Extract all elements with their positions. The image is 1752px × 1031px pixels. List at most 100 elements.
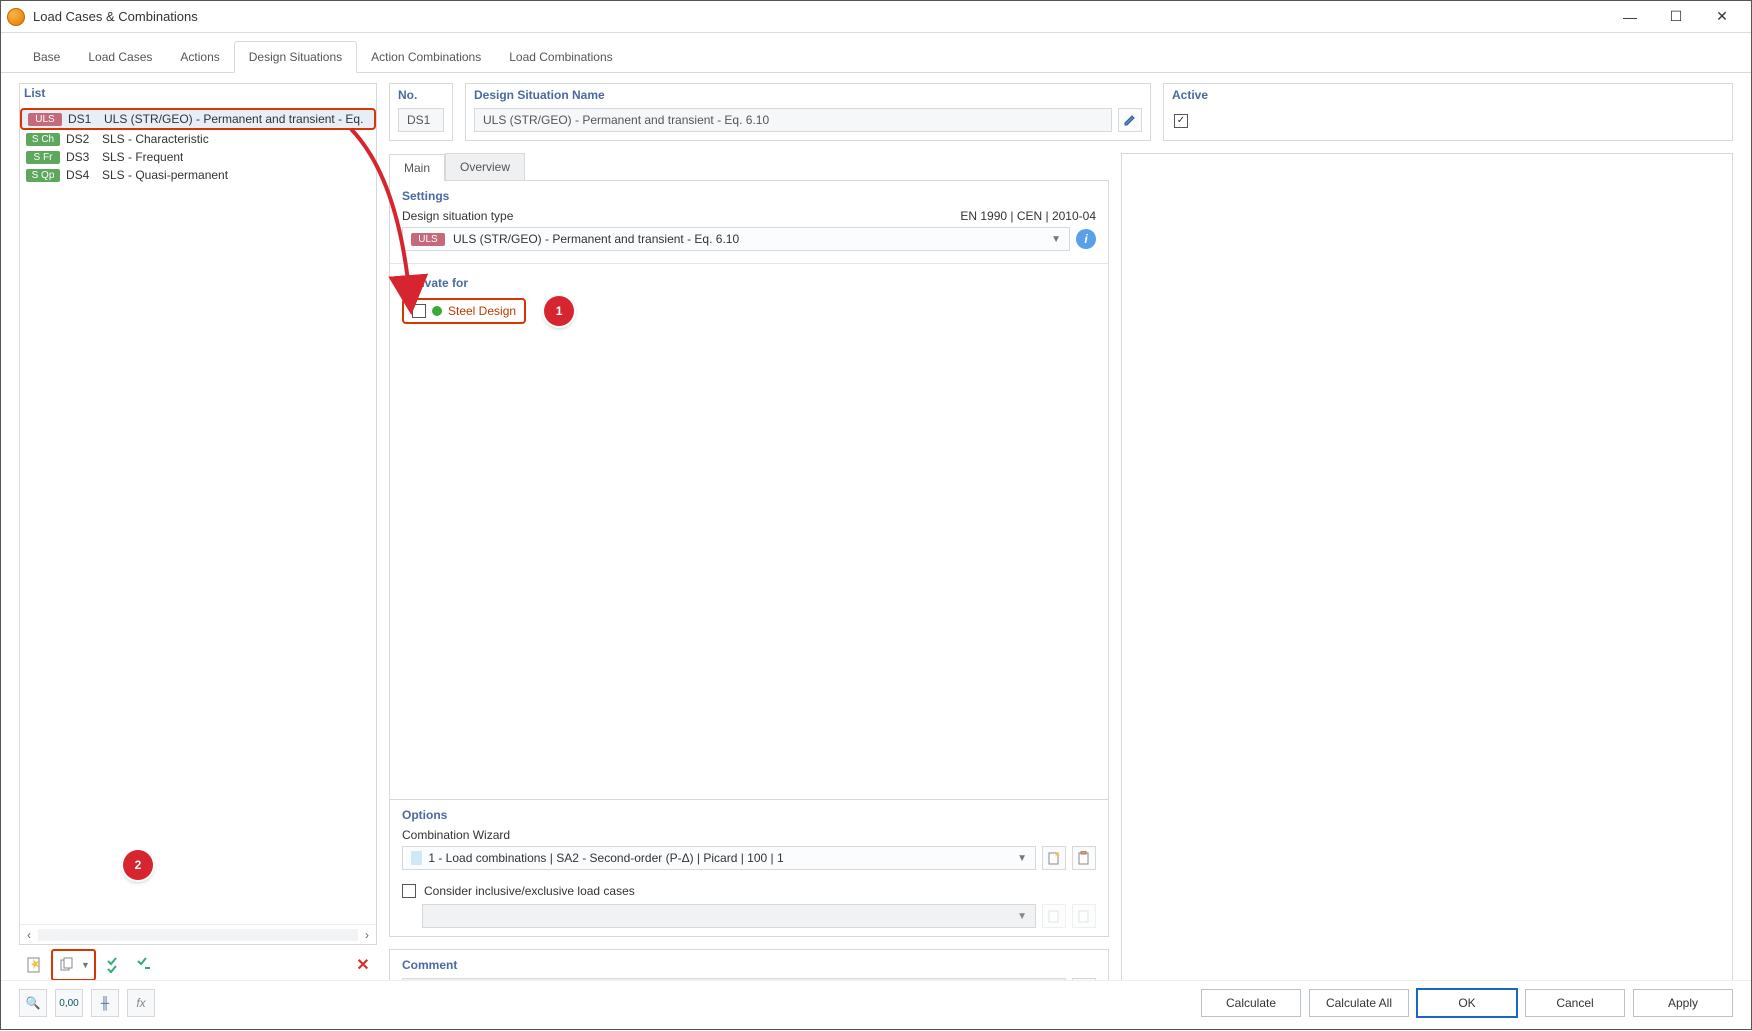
comment-header: Comment xyxy=(402,958,1096,972)
list-toolbar: ▼ ✕ xyxy=(19,945,377,985)
list-scrollbar[interactable]: ‹ › xyxy=(20,924,376,944)
close-button[interactable]: ✕ xyxy=(1699,2,1745,32)
combination-wizard-dropdown[interactable]: 1 - Load combinations | SA2 - Second-ord… xyxy=(402,846,1036,870)
window-title: Load Cases & Combinations xyxy=(33,9,1607,24)
subtab-overview[interactable]: Overview xyxy=(445,153,525,180)
list-item-name: SLS - Characteristic xyxy=(102,132,209,146)
options-section: Options Combination Wizard 1 - Load comb… xyxy=(390,799,1108,936)
scroll-left-icon[interactable]: ‹ xyxy=(20,928,38,942)
list-item-code: DS3 xyxy=(66,150,96,164)
tab-design-situations[interactable]: Design Situations xyxy=(234,41,357,73)
number-panel: No. xyxy=(389,83,453,141)
type-label: Design situation type xyxy=(402,209,513,223)
number-field[interactable] xyxy=(398,108,444,132)
scroll-right-icon[interactable]: › xyxy=(358,928,376,942)
list-item-code: DS4 xyxy=(66,168,96,182)
active-checkbox[interactable]: ✓ xyxy=(1174,114,1188,128)
name-panel: Design Situation Name xyxy=(465,83,1151,141)
deselect-all-button[interactable] xyxy=(132,953,156,977)
cancel-button[interactable]: Cancel xyxy=(1525,989,1625,1017)
consider-checkbox[interactable] xyxy=(402,884,416,898)
chevron-down-icon: ▼ xyxy=(1017,853,1027,864)
apply-button[interactable]: Apply xyxy=(1633,989,1733,1017)
badge-sch: S Ch xyxy=(26,133,60,146)
combination-wizard-label: Combination Wizard xyxy=(402,828,1096,842)
help-button[interactable]: 🔍 xyxy=(19,989,47,1017)
list-item[interactable]: S Qp DS4 SLS - Quasi-permanent xyxy=(20,166,376,184)
list-item-name: SLS - Frequent xyxy=(102,150,183,164)
cw-value: 1 - Load combinations | SA2 - Second-ord… xyxy=(428,851,783,865)
list-header: List xyxy=(20,84,376,106)
new-item-button[interactable] xyxy=(21,953,45,977)
new-icon xyxy=(25,957,41,973)
select-icon xyxy=(106,957,122,973)
window-controls: — ☐ ✕ xyxy=(1607,2,1745,32)
active-label: Active xyxy=(1164,84,1732,106)
tab-load-cases[interactable]: Load Cases xyxy=(74,42,166,72)
edit-name-button[interactable] xyxy=(1118,108,1142,132)
new-icon xyxy=(1047,909,1061,923)
badge-sqp: S Qp xyxy=(26,169,60,182)
dialog-footer: 🔍 0,00 ╫ fx Calculate Calculate All OK C… xyxy=(1,980,1751,1029)
calculate-button[interactable]: Calculate xyxy=(1201,989,1301,1017)
cw-code-badge xyxy=(411,851,422,865)
situation-type-dropdown[interactable]: ULS ULS (STR/GEO) - Permanent and transi… xyxy=(402,227,1070,251)
name-field[interactable] xyxy=(474,108,1112,132)
standard-label: EN 1990 | CEN | 2010-04 xyxy=(960,209,1096,223)
clipboard-icon xyxy=(1077,909,1091,923)
chevron-down-icon: ▼ xyxy=(1051,234,1061,245)
edit-icon xyxy=(1123,113,1137,127)
steel-design-option[interactable]: Steel Design xyxy=(402,298,526,324)
type-value: ULS (STR/GEO) - Permanent and transient … xyxy=(453,232,739,246)
active-panel: Active ✓ xyxy=(1163,83,1733,141)
tab-base[interactable]: Base xyxy=(19,42,74,72)
cw-edit-button[interactable] xyxy=(1072,846,1096,870)
options-header: Options xyxy=(402,808,1096,822)
units-button[interactable]: 0,00 xyxy=(55,989,83,1017)
copy-icon xyxy=(59,957,75,973)
badge-uls: ULS xyxy=(28,113,62,126)
maximize-button[interactable]: ☐ xyxy=(1653,2,1699,32)
chevron-down-icon: ▼ xyxy=(1017,911,1035,922)
side-panel xyxy=(1121,153,1733,1013)
list-item[interactable]: S Fr DS3 SLS - Frequent xyxy=(20,148,376,166)
info-icon[interactable]: i xyxy=(1076,229,1096,249)
tab-load-combinations[interactable]: Load Combinations xyxy=(495,42,626,72)
app-icon xyxy=(7,8,25,26)
steel-design-checkbox[interactable] xyxy=(412,304,426,318)
ok-button[interactable]: OK xyxy=(1417,989,1517,1017)
calculate-all-button[interactable]: Calculate All xyxy=(1309,989,1409,1017)
tab-actions[interactable]: Actions xyxy=(166,42,233,72)
situations-list[interactable]: ULS DS1 ULS (STR/GEO) - Permanent and tr… xyxy=(20,106,376,924)
badge-sfr: S Fr xyxy=(26,151,60,164)
settings-section: Settings Design situation type EN 1990 |… xyxy=(390,181,1108,259)
consider-dropdown[interactable]: ▼ xyxy=(422,904,1036,928)
steel-design-label: Steel Design xyxy=(448,304,516,318)
formula-icon: fx xyxy=(136,996,145,1010)
activate-for-header: Activate for xyxy=(402,276,1096,290)
subtab-main[interactable]: Main xyxy=(389,154,445,181)
list-item[interactable]: S Ch DS2 SLS - Characteristic xyxy=(20,130,376,148)
delete-button[interactable]: ✕ xyxy=(351,953,375,977)
search-icon: 🔍 xyxy=(26,996,41,1010)
list-item-code: DS2 xyxy=(66,132,96,146)
formula-button[interactable]: fx xyxy=(127,989,155,1017)
list-item[interactable]: ULS DS1 ULS (STR/GEO) - Permanent and tr… xyxy=(20,108,376,130)
list-item-code: DS1 xyxy=(68,112,98,126)
cw-new-button[interactable] xyxy=(1042,846,1066,870)
consider-edit-button xyxy=(1072,904,1096,928)
top-tabs: Base Load Cases Actions Design Situation… xyxy=(1,33,1751,73)
activate-for-section: Activate for Steel Design 1 xyxy=(390,268,1108,799)
structure-button[interactable]: ╫ xyxy=(91,989,119,1017)
deselect-icon xyxy=(136,957,152,973)
select-all-button[interactable] xyxy=(102,953,126,977)
annotation-marker-1: 1 xyxy=(544,296,574,326)
consider-new-button xyxy=(1042,904,1066,928)
units-icon: 0,00 xyxy=(59,998,78,1009)
consider-label: Consider inclusive/exclusive load cases xyxy=(424,884,635,898)
copy-item-button[interactable] xyxy=(55,953,79,977)
tab-action-combinations[interactable]: Action Combinations xyxy=(357,42,495,72)
minimize-button[interactable]: — xyxy=(1607,2,1653,32)
list-panel: List ULS DS1 ULS (STR/GEO) - Permanent a… xyxy=(19,83,377,1013)
dropdown-caret-icon[interactable]: ▼ xyxy=(79,953,92,977)
